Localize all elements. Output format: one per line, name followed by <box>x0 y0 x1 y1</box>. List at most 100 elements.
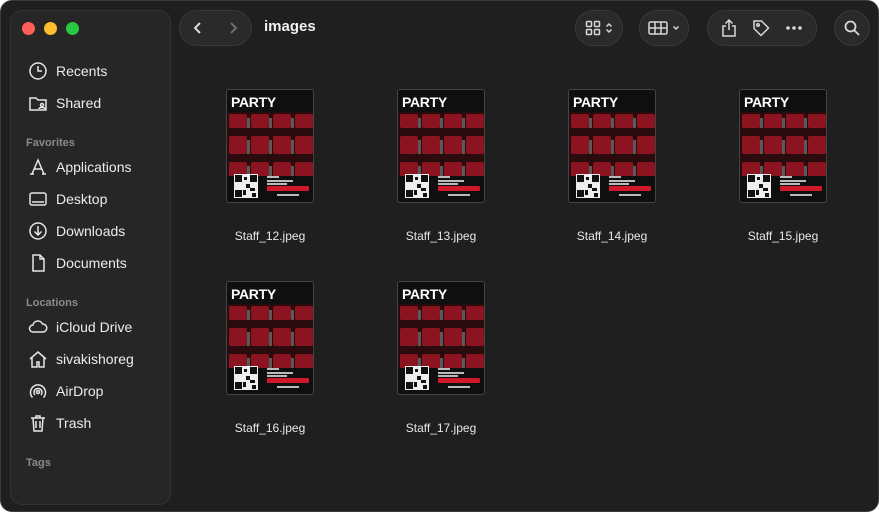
ticket-badge <box>438 378 480 383</box>
cinema-seats-image <box>740 112 826 176</box>
document-icon <box>27 252 49 274</box>
qr-code <box>576 174 600 198</box>
navigation-group <box>179 10 252 46</box>
view-mode-button[interactable] <box>575 10 623 46</box>
home-icon <box>27 348 49 370</box>
ticket-badge <box>438 186 480 191</box>
ticket-text-line <box>780 180 806 182</box>
ticket-text-line <box>277 386 299 388</box>
more-button[interactable] <box>785 25 803 31</box>
ticket-text-line <box>267 375 287 377</box>
sidebar-item-downloads[interactable]: Downloads <box>27 220 125 242</box>
file-name: Staff_14.jpeg <box>576 229 648 243</box>
qr-code <box>234 174 258 198</box>
sidebar-item-label: iCloud Drive <box>56 319 133 335</box>
minimize-button[interactable] <box>44 22 57 35</box>
cinema-seats-image <box>227 112 313 176</box>
sidebar-item-icloud-drive[interactable]: iCloud Drive <box>27 316 132 338</box>
ticket-badge <box>780 186 822 191</box>
tag-icon <box>753 20 770 37</box>
ticket-text-line <box>609 176 621 178</box>
qr-code <box>747 174 771 198</box>
image-thumbnail: PARTY <box>397 281 485 395</box>
ticket-text-line <box>438 368 450 370</box>
qr-code <box>405 366 429 390</box>
group-by-button[interactable] <box>639 10 689 46</box>
tags-heading: Tags <box>26 457 51 469</box>
image-thumbnail: PARTY <box>397 89 485 203</box>
ticket-text-line <box>277 194 299 196</box>
sidebar-item-home[interactable]: sivakishoreg <box>27 348 134 370</box>
sidebar-item-desktop[interactable]: Desktop <box>27 188 107 210</box>
cinema-seats-image <box>398 304 484 368</box>
desktop-icon <box>27 188 49 210</box>
ticket-text-line <box>609 183 629 185</box>
finder-window: Recents Shared Favorites Applications De… <box>0 0 879 512</box>
favorites-heading: Favorites <box>26 137 75 149</box>
clock-icon <box>27 60 49 82</box>
sidebar-item-recents[interactable]: Recents <box>27 60 107 82</box>
close-button[interactable] <box>22 22 35 35</box>
thumbnail-title: PARTY <box>231 94 276 110</box>
window-controls <box>22 22 79 35</box>
share-icon <box>722 19 737 37</box>
ticket-text-line <box>267 372 293 374</box>
sidebar-item-documents[interactable]: Documents <box>27 252 127 274</box>
share-button[interactable] <box>721 19 737 37</box>
actions-group <box>707 10 817 46</box>
ticket-text-line <box>267 180 293 182</box>
ticket-badge <box>267 378 309 383</box>
applications-icon <box>27 156 49 178</box>
ticket-text-line <box>780 183 800 185</box>
ticket-text-line <box>438 375 458 377</box>
ticket-text-line <box>438 176 450 178</box>
sidebar-item-label: Documents <box>56 255 127 271</box>
thumbnail-title: PARTY <box>744 94 789 110</box>
file-name: Staff_13.jpeg <box>405 229 477 243</box>
ticket-text-line <box>780 176 792 178</box>
back-button[interactable] <box>180 10 216 46</box>
qr-code <box>405 174 429 198</box>
sidebar-item-shared[interactable]: Shared <box>27 92 101 114</box>
grid-view-icon <box>585 20 601 36</box>
thumbnail-title: PARTY <box>231 286 276 302</box>
ticket-text-line <box>619 194 641 196</box>
image-thumbnail: PARTY <box>226 281 314 395</box>
file-name: Staff_16.jpeg <box>234 421 306 435</box>
ticket-text-line <box>438 180 464 182</box>
ticket-text-line <box>267 176 279 178</box>
ticket-text-line <box>790 194 812 196</box>
download-icon <box>27 220 49 242</box>
image-thumbnail: PARTY <box>739 89 827 203</box>
cinema-seats-image <box>398 112 484 176</box>
sidebar-item-label: sivakishoreg <box>56 351 134 367</box>
chevron-left-icon <box>193 22 201 34</box>
maximize-button[interactable] <box>66 22 79 35</box>
sidebar-item-label: Desktop <box>56 191 108 207</box>
sidebar-item-label: Recents <box>56 63 108 79</box>
chevron-down-icon <box>672 25 680 31</box>
sidebar-item-applications[interactable]: Applications <box>27 156 132 178</box>
tag-button[interactable] <box>752 19 770 37</box>
ticket-text-line <box>267 368 279 370</box>
thumbnail-title: PARTY <box>402 94 447 110</box>
search-button[interactable] <box>834 10 870 46</box>
locations-heading: Locations <box>26 297 78 309</box>
file-name: Staff_12.jpeg <box>234 229 306 243</box>
cinema-seats-image <box>227 304 313 368</box>
trash-icon <box>27 412 49 434</box>
sidebar-item-airdrop[interactable]: AirDrop <box>27 380 103 402</box>
airdrop-icon <box>27 380 49 402</box>
qr-code <box>234 366 258 390</box>
ticket-badge <box>267 186 309 191</box>
group-icon <box>648 21 668 35</box>
thumbnail-title: PARTY <box>402 286 447 302</box>
sidebar-item-label: Applications <box>56 159 132 175</box>
file-name: Staff_17.jpeg <box>405 421 477 435</box>
up-down-chevron-icon <box>605 22 613 34</box>
sidebar-item-label: AirDrop <box>56 383 104 399</box>
sidebar-item-trash[interactable]: Trash <box>27 412 91 434</box>
more-icon <box>785 26 802 30</box>
ticket-text-line <box>448 194 470 196</box>
forward-button[interactable] <box>216 10 252 46</box>
